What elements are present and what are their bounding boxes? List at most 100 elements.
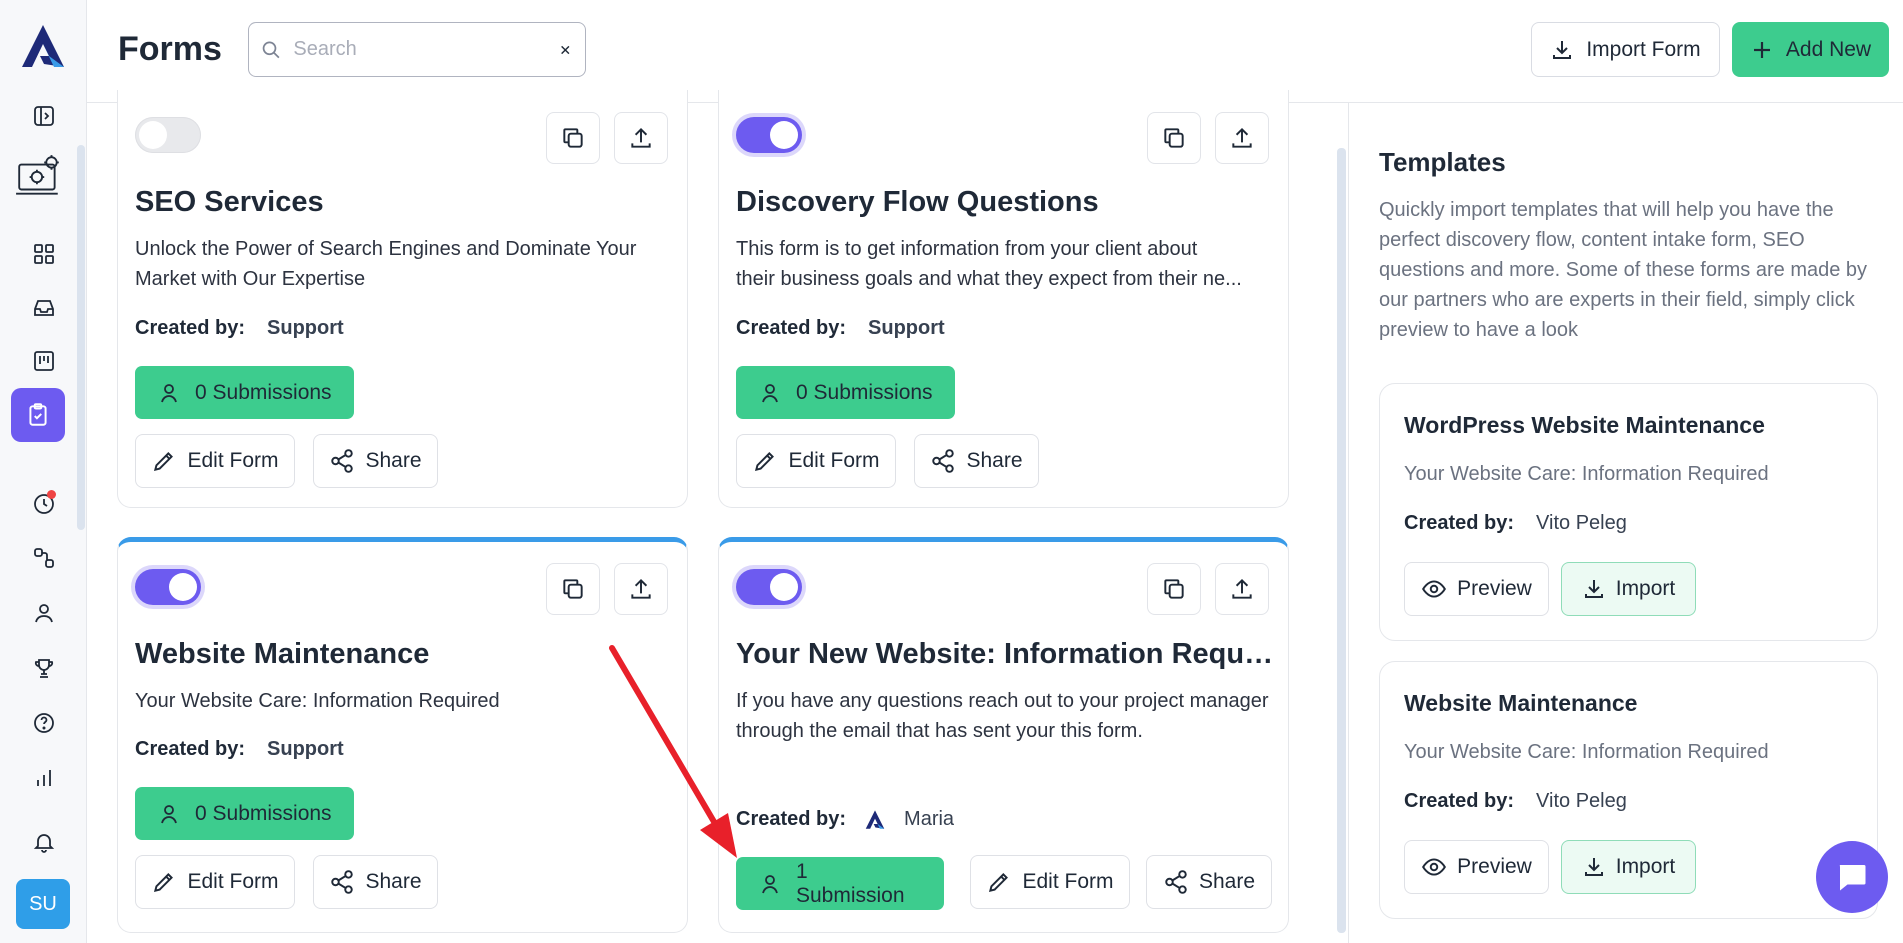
form-description: Your Website Care: Information Required [135,690,500,712]
submissions-button[interactable]: 0 Submissions [135,366,354,419]
edit-form-label: Edit Form [187,870,279,893]
export-button[interactable] [1215,563,1269,615]
import-template-button[interactable]: Import [1561,840,1696,894]
user-icon[interactable] [24,593,64,633]
board-icon[interactable] [24,341,64,381]
clock-icon[interactable] [24,484,64,524]
avatar[interactable]: SU [16,879,70,929]
export-button[interactable] [614,563,668,615]
edit-form-label: Edit Form [1022,870,1114,893]
forms-icon[interactable] [11,388,65,442]
edit-form-button[interactable]: Edit Form [135,434,295,488]
templates-description: Quickly import templates that will help … [1379,199,1868,341]
analytics-icon[interactable] [24,758,64,798]
inbox-icon[interactable] [24,288,64,328]
templates-title: Templates [1379,147,1506,177]
form-enabled-toggle[interactable] [736,569,802,605]
submissions-button[interactable]: 0 Submissions [135,787,354,840]
chat-icon [1839,865,1866,891]
submissions-count: 0 Submissions [796,380,933,404]
pencil-icon [989,873,1009,893]
trophy-icon[interactable] [24,648,64,688]
creator-name: Support [868,317,945,339]
edit-form-label: Edit Form [788,449,880,472]
form-enabled-toggle[interactable] [135,117,201,153]
creator-logo-icon [865,809,885,829]
pencil-icon [755,452,775,472]
created-by-label: Created by: [135,738,246,760]
download-icon [1584,858,1603,876]
export-button[interactable] [1215,112,1269,164]
import-form-label: Import Form [1586,37,1701,61]
preview-button[interactable]: Preview [1404,562,1549,616]
upload-icon [631,127,651,148]
share-button[interactable]: Share [1146,855,1272,909]
share-button[interactable]: Share [313,855,438,909]
edit-form-button[interactable]: Edit Form [736,434,896,488]
form-enabled-toggle[interactable] [135,569,201,605]
import-form-button[interactable]: Import Form [1531,22,1720,77]
submissions-button[interactable]: 1 Submission [736,857,944,910]
creator-name: Vito Peleg [1536,512,1627,534]
template-creator: Created by: Vito Peleg [1404,790,1627,813]
form-card: SEO Services Unlock the Power of Search … [117,90,688,508]
user-icon [161,383,177,402]
created-by-label: Created by: [736,317,847,339]
creator-name: Vito Peleg [1536,790,1627,812]
sidebar-scrollbar[interactable] [77,145,85,530]
settings-computer-icon[interactable] [12,150,66,204]
creator-name: Maria [904,808,955,830]
export-button[interactable] [614,112,668,164]
import-template-button[interactable]: Import [1561,562,1696,616]
form-enabled-toggle[interactable] [736,117,802,153]
logo[interactable] [18,22,68,72]
search-box[interactable] [248,22,586,77]
share-button[interactable]: Share [914,434,1039,488]
share-label: Share [1198,870,1256,893]
template-creator: Created by: Vito Peleg [1404,512,1627,535]
form-creator: Created by: Maria [736,808,954,831]
preview-button[interactable]: Preview [1404,840,1549,894]
template-card: WordPress Website Maintenance Your Websi… [1379,383,1878,641]
sidebar-toggle-icon[interactable] [24,96,64,136]
eye-icon [1422,858,1447,876]
integrations-icon[interactable] [24,538,64,578]
created-by-label: Created by: [736,808,847,830]
user-icon [161,804,177,823]
chat-button[interactable] [1816,841,1888,913]
add-new-button[interactable]: Add New [1732,22,1889,77]
created-by-label: Created by: [135,317,246,339]
search-input[interactable] [293,38,559,61]
template-name: Website Maintenance [1404,690,1638,716]
dashboard-icon[interactable] [24,234,64,274]
duplicate-button[interactable] [1147,563,1201,615]
clear-search-icon[interactable] [558,40,573,60]
toggle-knob [770,573,798,601]
share-label: Share [365,449,422,472]
duplicate-button[interactable] [546,112,600,164]
notification-dot [47,490,56,499]
upload-icon [1232,578,1252,599]
edit-form-button[interactable]: Edit Form [135,855,295,909]
form-title: Website Maintenance [135,638,430,670]
form-creator: Created by: Support [135,317,344,340]
pencil-icon [154,873,174,893]
share-icon [932,449,955,473]
share-icon [331,449,354,473]
creator-name: Support [267,738,344,760]
page-title: Forms [118,30,222,68]
submissions-count: 0 Submissions [195,801,332,825]
help-icon[interactable] [24,703,64,743]
submissions-button[interactable]: 0 Submissions [736,366,955,419]
share-button[interactable]: Share [313,434,438,488]
duplicate-button[interactable] [1147,112,1201,164]
creator-name: Support [267,317,344,339]
main-scrollbar[interactable] [1337,148,1346,933]
download-icon [1553,40,1572,59]
upload-icon [1232,127,1252,148]
duplicate-button[interactable] [546,563,600,615]
bell-icon[interactable] [24,822,64,862]
plus-icon [1753,41,1770,58]
share-label: Share [966,449,1023,472]
edit-form-button[interactable]: Edit Form [970,855,1130,909]
